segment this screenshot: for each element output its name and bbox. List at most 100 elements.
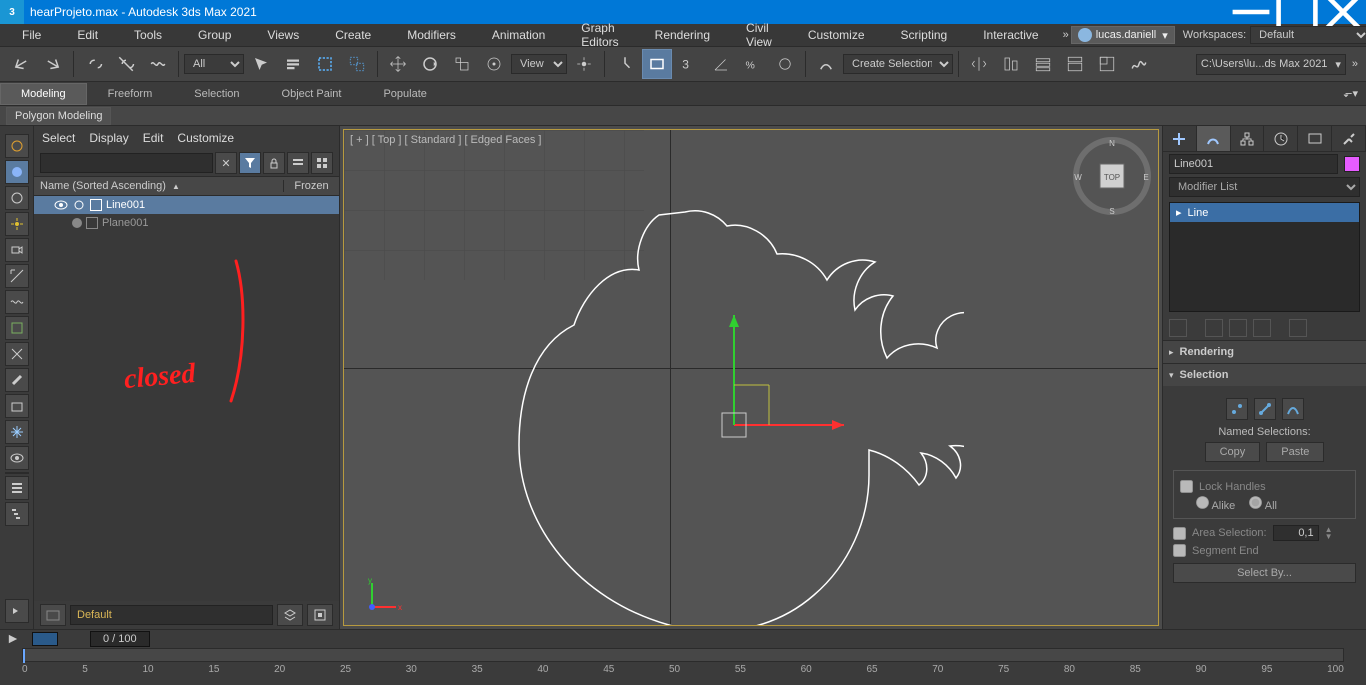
layer-new-button[interactable] (40, 604, 66, 626)
rollout-rendering-header[interactable]: ▸Rendering (1163, 341, 1366, 363)
lock-button[interactable] (263, 152, 285, 174)
viewport-top[interactable]: [ + ] [ Top ] [ Standard ] [ Edged Faces… (343, 129, 1159, 626)
ref-coord-dropdown[interactable]: View (511, 54, 567, 74)
tab-motion[interactable] (1264, 126, 1298, 151)
menu-customize[interactable]: Customize (790, 26, 883, 44)
tab-utilities[interactable] (1332, 126, 1366, 151)
tab-modify[interactable] (1197, 126, 1231, 151)
placement-button[interactable] (479, 49, 509, 79)
area-selection-spinner[interactable] (1273, 525, 1319, 541)
vertex-mode-button[interactable] (1226, 398, 1248, 420)
show-end-result-button[interactable] (1205, 319, 1223, 337)
display-bone-icon[interactable] (5, 368, 29, 392)
menu-scripting[interactable]: Scripting (883, 26, 966, 44)
select-by-name-button[interactable] (278, 49, 308, 79)
layer-dropdown[interactable]: Default (70, 605, 273, 625)
menu-file[interactable]: File (4, 26, 59, 44)
menu-create[interactable]: Create (317, 26, 389, 44)
viewcube[interactable]: TOP N S W E (1072, 136, 1152, 216)
display-helpers-icon[interactable] (5, 264, 29, 288)
window-crossing-button[interactable] (342, 49, 372, 79)
filter-toggle[interactable] (239, 152, 261, 174)
object-color-swatch[interactable] (1344, 156, 1360, 172)
align-button[interactable] (996, 49, 1026, 79)
scene-tree[interactable]: Line001 Plane001 closed (34, 196, 339, 601)
display-frozen-icon[interactable] (5, 420, 29, 444)
rect-region-button[interactable] (310, 49, 340, 79)
display-groups-icon[interactable] (5, 316, 29, 340)
paste-selection-button[interactable]: Paste (1266, 442, 1324, 462)
clear-search-button[interactable]: ✕ (215, 152, 237, 174)
link-button[interactable] (79, 49, 109, 79)
col-name-header[interactable]: Name (Sorted Ascending)▲ (34, 180, 283, 192)
modifier-list-dropdown[interactable]: Modifier List (1169, 177, 1360, 197)
selection-filter-dropdown[interactable]: All (184, 54, 244, 74)
named-selection-dropdown[interactable]: Create Selection Se (843, 54, 953, 74)
viewport-label[interactable]: [ + ] [ Top ] [ Standard ] [ Edged Faces… (350, 134, 542, 146)
layer-explorer-button[interactable] (1028, 49, 1058, 79)
se-menu-customize[interactable]: Customize (177, 131, 234, 145)
se-menu-display[interactable]: Display (89, 131, 128, 145)
stack-item-line[interactable]: ▸ Line (1170, 203, 1359, 222)
menu-rendering[interactable]: Rendering (637, 26, 728, 44)
display-all-icon[interactable] (5, 134, 29, 158)
display-spacewarps-icon[interactable] (5, 290, 29, 314)
snaps-toggle[interactable]: 3 (674, 49, 704, 79)
move-button[interactable] (383, 49, 413, 79)
ribbon-tab-populate[interactable]: Populate (362, 83, 447, 105)
display-geometry-icon[interactable] (5, 160, 29, 184)
time-ruler[interactable]: 0 5 10 15 20 25 30 35 40 45 50 55 60 65 … (22, 648, 1344, 685)
select-by-button[interactable]: Select By... (1173, 563, 1356, 583)
spinner-arrows-icon[interactable]: ▲▼ (1325, 526, 1333, 540)
freeze-icon[interactable] (72, 218, 82, 228)
schematic-view-button[interactable] (1124, 49, 1154, 79)
ribbon-link-toggle[interactable]: ⬐▾ (1335, 87, 1366, 100)
manipulate-button[interactable] (610, 49, 640, 79)
unlink-button[interactable] (111, 49, 141, 79)
bind-spacewarp-button[interactable] (143, 49, 173, 79)
tab-create[interactable] (1163, 126, 1197, 151)
rollout-selection-header[interactable]: ▾Selection (1163, 364, 1366, 386)
mirror-button[interactable] (964, 49, 994, 79)
configure-sets-button[interactable] (1289, 319, 1307, 337)
area-selection-checkbox[interactable]: Area Selection: ▲▼ (1173, 525, 1356, 541)
maximize-button[interactable] (1274, 0, 1320, 24)
all-radio[interactable]: All (1249, 496, 1277, 512)
ruler-track[interactable] (22, 648, 1344, 662)
menu-interactive[interactable]: Interactive (965, 26, 1056, 44)
make-unique-button[interactable] (1229, 319, 1247, 337)
copy-selection-button[interactable]: Copy (1205, 442, 1261, 462)
display-cameras-icon[interactable] (5, 238, 29, 262)
scene-search-input[interactable] (40, 153, 213, 173)
workspace-dropdown[interactable]: Default (1250, 26, 1366, 44)
menu-edit[interactable]: Edit (59, 26, 116, 44)
freeze-icon[interactable] (72, 198, 86, 212)
layer-tool1-button[interactable] (277, 604, 303, 626)
toolbar-overflow-icon[interactable]: » (1352, 58, 1360, 70)
toggle-ribbon-button[interactable] (1060, 49, 1090, 79)
se-menu-select[interactable]: Select (42, 131, 75, 145)
menu-civilview[interactable]: Civil View (728, 19, 790, 51)
menu-grapheditors[interactable]: Graph Editors (563, 19, 636, 51)
ribbon-tab-objectpaint[interactable]: Object Paint (261, 83, 363, 105)
col-frozen-header[interactable]: Frozen (283, 180, 339, 192)
scale-button[interactable] (447, 49, 477, 79)
sort-list-icon[interactable] (5, 476, 29, 500)
ribbon-tab-freeform[interactable]: Freeform (87, 83, 174, 105)
menu-animation[interactable]: Animation (474, 26, 563, 44)
select-object-button[interactable] (246, 49, 276, 79)
segment-mode-button[interactable] (1254, 398, 1276, 420)
ribbon-group-polymodeling[interactable]: Polygon Modeling (6, 107, 111, 125)
rotate-button[interactable] (415, 49, 445, 79)
object-name-input[interactable] (1169, 154, 1338, 174)
layer-tool2-button[interactable] (307, 604, 333, 626)
pivot-center-button[interactable] (569, 49, 599, 79)
visibility-icon[interactable] (54, 198, 68, 212)
display-hidden-icon[interactable] (5, 446, 29, 470)
tab-display[interactable] (1298, 126, 1332, 151)
scene-row-plane001[interactable]: Plane001 (34, 214, 339, 232)
ribbon-tab-modeling[interactable]: Modeling (0, 83, 87, 105)
user-account-button[interactable]: lucas.daniell ▾ (1071, 26, 1175, 44)
modifier-stack[interactable]: ▸ Line (1169, 202, 1360, 312)
spinner-snap-toggle[interactable] (770, 49, 800, 79)
